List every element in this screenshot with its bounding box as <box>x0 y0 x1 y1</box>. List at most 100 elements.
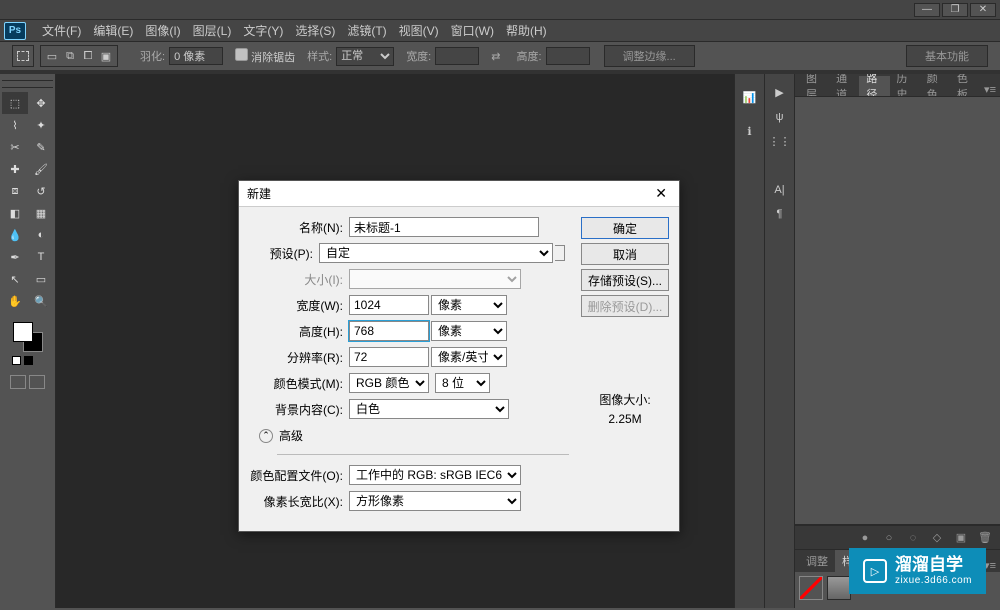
maximize-button[interactable]: ❐ <box>942 3 968 17</box>
tab-layers[interactable]: 图层 <box>799 76 829 96</box>
toolbox-handle[interactable] <box>2 80 53 88</box>
menu-image[interactable]: 图像(I) <box>139 19 186 42</box>
dodge-tool[interactable]: ◐ <box>28 224 54 246</box>
minimize-button[interactable]: — <box>914 3 940 17</box>
color-mode-select[interactable]: RGB 颜色 <box>349 373 429 393</box>
fill-path-icon[interactable]: ● <box>858 531 872 545</box>
panel-flyout-icon[interactable]: ▾≡ <box>980 83 1000 96</box>
selection-subtract-icon[interactable]: ⧠ <box>79 48 97 64</box>
menu-type[interactable]: 文字(Y) <box>237 19 289 42</box>
stroke-path-icon[interactable]: ○ <box>882 531 896 545</box>
crop-tool[interactable]: ✂ <box>2 136 28 158</box>
marquee-tool[interactable]: ⬚ <box>2 92 28 114</box>
new-path-icon[interactable]: ▣ <box>954 531 968 545</box>
heal-tool[interactable]: ✚ <box>2 158 28 180</box>
style-select[interactable]: 正常 <box>336 47 394 66</box>
actions-icon[interactable]: ▶ <box>775 86 783 99</box>
blur-tool[interactable]: 💧 <box>2 224 28 246</box>
menu-edit[interactable]: 编辑(E) <box>87 19 139 42</box>
gradient-tool[interactable]: ▦ <box>28 202 54 224</box>
tab-channels[interactable]: 通道 <box>829 76 859 96</box>
delete-preset-button[interactable]: 删除预设(D)... <box>581 295 669 317</box>
refine-edge-button[interactable]: 调整边缘... <box>604 45 695 67</box>
tab-color[interactable]: 颜色 <box>920 76 950 96</box>
hand-tool[interactable]: ✋ <box>2 290 28 312</box>
type-tool[interactable]: T <box>28 246 54 268</box>
menu-filter[interactable]: 滤镜(T) <box>341 19 392 42</box>
menu-layer[interactable]: 图层(L) <box>187 19 238 42</box>
tab-history[interactable]: 历史 <box>890 76 920 96</box>
delete-path-icon[interactable]: 🗑 <box>978 531 992 545</box>
swap-wh-icon[interactable]: ⇄ <box>491 50 500 63</box>
zoom-tool[interactable]: 🔍 <box>28 290 54 312</box>
ok-button[interactable]: 确定 <box>581 217 669 239</box>
brush-tool[interactable]: 🖌 <box>28 158 54 180</box>
eraser-tool[interactable]: ◧ <box>2 202 28 224</box>
menu-window[interactable]: 窗口(W) <box>445 19 500 42</box>
paragraph-icon[interactable]: ¶ <box>777 208 783 220</box>
brush-presets-icon[interactable]: ⋮⋮ <box>769 135 791 148</box>
menu-select[interactable]: 选择(S) <box>289 19 341 42</box>
selection-intersect-icon[interactable]: ▣ <box>97 48 115 64</box>
shape-tool[interactable]: ▭ <box>28 268 54 290</box>
color-profile-select[interactable]: 工作中的 RGB: sRGB IEC6196... <box>349 465 521 485</box>
load-selection-icon[interactable]: ◌ <box>906 531 920 545</box>
eyedropper-tool[interactable]: ✎ <box>28 136 54 158</box>
histogram-icon[interactable]: 📊 <box>739 86 761 108</box>
tab-paths[interactable]: 路径 <box>859 76 889 96</box>
quick-mask-icon[interactable] <box>29 375 45 389</box>
wand-tool[interactable]: ✦ <box>28 114 54 136</box>
workspace-switcher[interactable]: 基本功能 <box>906 45 988 67</box>
lasso-tool[interactable]: ⌇ <box>2 114 28 136</box>
path-select-tool[interactable]: ↖ <box>2 268 28 290</box>
resolution-input[interactable] <box>349 347 429 367</box>
standard-mode-icon[interactable] <box>10 375 26 389</box>
menu-file[interactable]: 文件(F) <box>36 19 87 42</box>
paths-panel-body[interactable] <box>795 96 1000 524</box>
tab-adjustments[interactable]: 调整 <box>799 550 835 572</box>
menu-view[interactable]: 视图(V) <box>393 19 445 42</box>
close-window-button[interactable]: ✕ <box>970 3 996 17</box>
tab-swatches[interactable]: 色板 <box>950 76 980 96</box>
selection-new-icon[interactable]: ▭ <box>43 48 61 64</box>
foreground-color-swatch[interactable] <box>13 322 33 342</box>
cancel-button[interactable]: 取消 <box>581 243 669 265</box>
default-colors-icon[interactable] <box>12 356 21 365</box>
save-preset-button[interactable]: 存储预设(S)... <box>581 269 669 291</box>
make-workpath-icon[interactable]: ◇ <box>930 531 944 545</box>
history-brush-tool[interactable]: ↺ <box>28 180 54 202</box>
pixel-aspect-select[interactable]: 方形像素 <box>349 491 521 511</box>
opt-height-input[interactable] <box>546 47 590 65</box>
advanced-toggle[interactable]: ⌃ 高级 <box>259 427 575 444</box>
bit-depth-select[interactable]: 8 位 <box>435 373 490 393</box>
style-none-swatch[interactable] <box>799 576 823 600</box>
pen-tool[interactable]: ✒ <box>2 246 28 268</box>
opt-width-input[interactable] <box>435 47 479 65</box>
width-input[interactable] <box>349 295 429 315</box>
preset-select[interactable]: 自定 <box>319 243 553 263</box>
resolution-unit-select[interactable]: 像素/英寸 <box>431 347 507 367</box>
name-input[interactable] <box>349 217 539 237</box>
menu-help[interactable]: 帮助(H) <box>500 19 553 42</box>
swap-colors-icon[interactable] <box>24 356 33 365</box>
height-unit-select[interactable]: 像素 <box>431 321 507 341</box>
stamp-tool[interactable]: ⧈ <box>2 180 28 202</box>
feather-input[interactable] <box>169 47 223 65</box>
style-swatch[interactable] <box>827 576 851 600</box>
character-icon[interactable]: A| <box>774 184 784 196</box>
selection-add-icon[interactable]: ⧉ <box>61 48 79 64</box>
dialog-title-bar[interactable]: 新建 ✕ <box>239 181 679 207</box>
height-input[interactable] <box>349 321 429 341</box>
move-tool[interactable]: ✥ <box>28 92 54 114</box>
bg-content-select[interactable]: 白色 <box>349 399 509 419</box>
width-unit-select[interactable]: 像素 <box>431 295 507 315</box>
menu-bar: Ps 文件(F) 编辑(E) 图像(I) 图层(L) 文字(Y) 选择(S) 滤… <box>0 20 1000 42</box>
brush-panel-icon[interactable]: ψ <box>776 111 784 123</box>
tool-preset-picker[interactable] <box>12 45 34 67</box>
antialias-checkbox[interactable]: 消除锯齿 <box>235 48 295 65</box>
app-logo[interactable]: Ps <box>4 22 26 40</box>
dialog-close-button[interactable]: ✕ <box>651 185 671 202</box>
info-icon[interactable]: ℹ <box>739 120 761 142</box>
chevron-up-icon: ⌃ <box>259 429 273 443</box>
preset-label: 预设(P): <box>249 245 319 262</box>
